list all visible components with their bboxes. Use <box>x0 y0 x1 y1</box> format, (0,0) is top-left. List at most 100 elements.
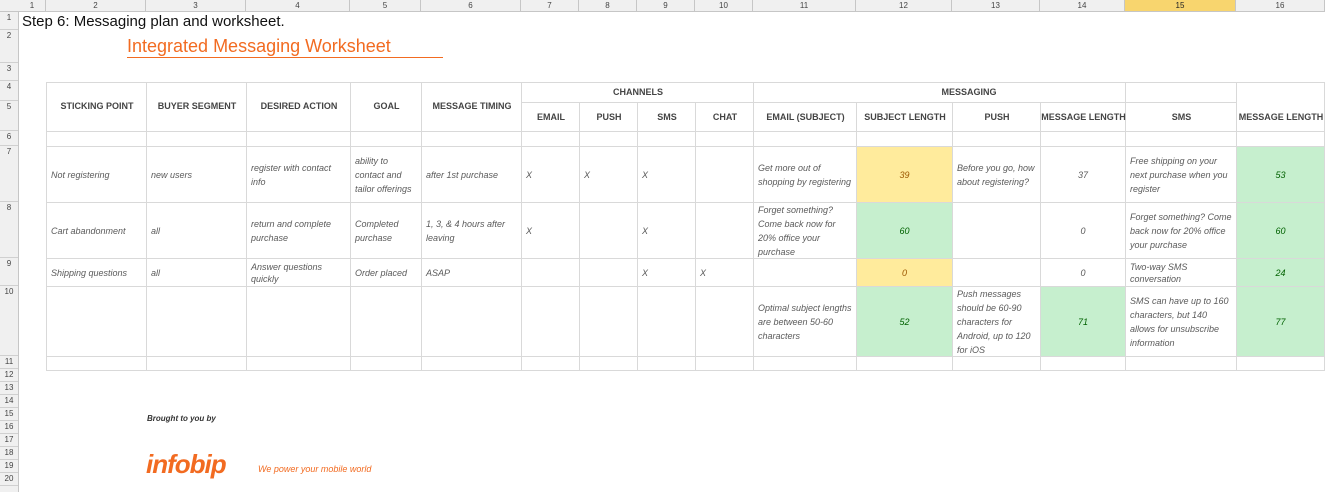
header-sticking-point[interactable]: STICKING POINT <box>47 82 147 130</box>
column-header-5[interactable]: 5 <box>350 0 421 11</box>
row-header-20[interactable]: 20 <box>0 473 18 486</box>
row-header-10[interactable]: 10 <box>0 286 18 356</box>
column-header-2[interactable]: 2 <box>46 0 146 11</box>
cell-desired-action[interactable]: register with contact info <box>247 147 350 202</box>
cell-channel-sms[interactable]: X <box>638 147 695 202</box>
cell-subject-length[interactable]: 39 <box>857 147 952 202</box>
cell-channel-push[interactable] <box>580 203 637 258</box>
row-header-19[interactable]: 19 <box>0 460 18 473</box>
cell-sticking-point[interactable]: Not registering <box>47 147 146 202</box>
cell-push-message[interactable]: Before you go, how about registering? <box>953 147 1040 202</box>
cell-channel-email[interactable]: X <box>522 147 579 202</box>
cell-push-length[interactable]: 71 <box>1041 287 1125 356</box>
column-header-3[interactable]: 3 <box>146 0 246 11</box>
row-header-14[interactable]: 14 <box>0 395 18 408</box>
cell-message-timing[interactable]: after 1st purchase <box>422 147 521 202</box>
row-header-13[interactable]: 13 <box>0 382 18 395</box>
cell-message-timing[interactable]: 1, 3, & 4 hours after leaving <box>422 203 521 258</box>
header-messaging[interactable]: MESSAGING <box>754 82 1184 102</box>
header-sms[interactable]: SMS <box>638 103 696 130</box>
header-push[interactable]: PUSH <box>580 103 638 130</box>
column-header-9[interactable]: 9 <box>637 0 695 11</box>
cell-push-length[interactable]: 37 <box>1041 147 1125 202</box>
header-chat[interactable]: CHAT <box>696 103 754 130</box>
column-header-11[interactable]: 11 <box>753 0 856 11</box>
cell-sms-message[interactable]: SMS can have up to 160 characters, but 1… <box>1126 287 1236 356</box>
cell-buyer-segment[interactable]: all <box>147 259 246 286</box>
cell-email-subject[interactable]: Get more out of shopping by registering <box>754 147 856 202</box>
header-desired-action[interactable]: DESIRED ACTION <box>247 82 351 130</box>
cell-channel-email[interactable]: X <box>522 203 579 258</box>
cell-sms-length[interactable]: 24 <box>1237 259 1324 286</box>
header-email-subject[interactable]: EMAIL (SUBJECT) <box>754 103 857 130</box>
cell-subject-length[interactable]: 0 <box>857 259 952 286</box>
cell-email-subject[interactable]: Optimal subject lengths are between 50-6… <box>754 287 856 356</box>
column-header-12[interactable]: 12 <box>856 0 952 11</box>
column-header-10[interactable]: 10 <box>695 0 753 11</box>
cell-push-message[interactable] <box>953 259 1040 286</box>
cell-subject-length[interactable]: 52 <box>857 287 952 356</box>
cell-channel-push[interactable]: X <box>580 147 637 202</box>
cell-message-timing[interactable] <box>422 287 521 356</box>
cell-push-message[interactable]: Push messages should be 60-90 characters… <box>953 287 1040 356</box>
cell-push-message[interactable] <box>953 203 1040 258</box>
cell-channel-push[interactable] <box>580 259 637 286</box>
cell-channel-sms[interactable] <box>638 287 695 356</box>
cell-buyer-segment[interactable]: new users <box>147 147 246 202</box>
cell-channel-chat[interactable]: X <box>696 259 753 286</box>
header-goal[interactable]: GOAL <box>351 82 422 130</box>
cell-desired-action[interactable] <box>247 287 350 356</box>
cell-email-subject[interactable]: Forget something? Come back now for 20% … <box>754 203 856 258</box>
cell-goal[interactable]: ability to contact and tailor offerings <box>351 147 421 202</box>
header-push-message[interactable]: PUSH <box>953 103 1041 130</box>
row-header-18[interactable]: 18 <box>0 447 18 460</box>
header-channels[interactable]: CHANNELS <box>522 82 754 102</box>
cell-sms-message[interactable]: Free shipping on your next purchase when… <box>1126 147 1236 202</box>
row-header-17[interactable]: 17 <box>0 434 18 447</box>
cell-subject-length[interactable]: 60 <box>857 203 952 258</box>
cell-goal[interactable]: Completed purchase <box>351 203 421 258</box>
column-header-1[interactable]: 1 <box>19 0 46 11</box>
header-message-timing[interactable]: MESSAGE TIMING <box>422 82 522 130</box>
column-header-6[interactable]: 6 <box>421 0 521 11</box>
cell-channel-chat[interactable] <box>696 203 753 258</box>
column-header-15[interactable]: 15 <box>1125 0 1236 11</box>
cell-desired-action[interactable]: Answer questions quickly <box>247 259 350 286</box>
cell-channel-sms[interactable]: X <box>638 203 695 258</box>
cell-channel-email[interactable] <box>522 259 579 286</box>
column-header-14[interactable]: 14 <box>1040 0 1125 11</box>
cell-goal[interactable]: Order placed <box>351 259 421 286</box>
cell-channel-chat[interactable] <box>696 287 753 356</box>
row-header-12[interactable]: 12 <box>0 369 18 382</box>
header-buyer-segment[interactable]: BUYER SEGMENT <box>147 82 247 130</box>
cell-email-subject[interactable] <box>754 259 856 286</box>
cell-buyer-segment[interactable] <box>147 287 246 356</box>
cell-sticking-point[interactable] <box>47 287 146 356</box>
column-header-8[interactable]: 8 <box>579 0 637 11</box>
cell-push-length[interactable]: 0 <box>1041 259 1125 286</box>
row-header-15[interactable]: 15 <box>0 408 18 421</box>
cell-channel-push[interactable] <box>580 287 637 356</box>
cell-sms-length[interactable]: 77 <box>1237 287 1324 356</box>
column-header-4[interactable]: 4 <box>246 0 350 11</box>
cell-desired-action[interactable]: return and complete purchase <box>247 203 350 258</box>
cell-buyer-segment[interactable]: all <box>147 203 246 258</box>
cell-channel-sms[interactable]: X <box>638 259 695 286</box>
cell-channel-email[interactable] <box>522 287 579 356</box>
header-sms-message-length[interactable]: MESSAGE LENGTH <box>1237 103 1325 130</box>
header-sms-message[interactable]: SMS <box>1126 103 1237 130</box>
cell-goal[interactable] <box>351 287 421 356</box>
cell-sms-length[interactable]: 60 <box>1237 203 1324 258</box>
row-header-11[interactable]: 11 <box>0 356 18 369</box>
cell-sticking-point[interactable]: Cart abandonment <box>47 203 146 258</box>
header-push-message-length[interactable]: MESSAGE LENGTH <box>1041 103 1126 130</box>
cell-sms-length[interactable]: 53 <box>1237 147 1324 202</box>
cell-sms-message[interactable]: Two-way SMS conversation <box>1126 259 1236 286</box>
cell-channel-chat[interactable] <box>696 147 753 202</box>
column-header-16[interactable]: 16 <box>1236 0 1325 11</box>
cell-message-timing[interactable]: ASAP <box>422 259 521 286</box>
cell-sms-message[interactable]: Forget something? Come back now for 20% … <box>1126 203 1236 258</box>
row-header-16[interactable]: 16 <box>0 421 18 434</box>
cell-sticking-point[interactable]: Shipping questions <box>47 259 146 286</box>
header-subject-length[interactable]: SUBJECT LENGTH <box>857 103 953 130</box>
